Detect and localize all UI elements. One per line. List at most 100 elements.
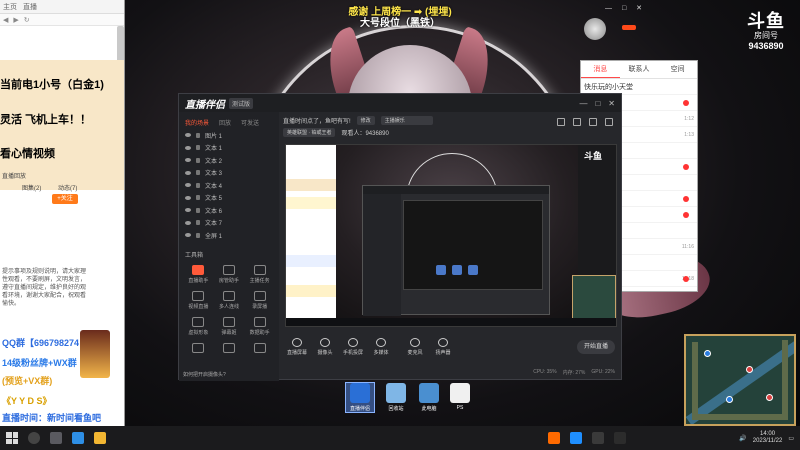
volume-icon[interactable]: 🔊 [739,435,746,442]
edge-browser-icon[interactable] [72,432,84,444]
lock-icon[interactable] [196,207,200,213]
toolbox-item[interactable]: 虚拟形象 [183,316,214,336]
toolbox-item[interactable] [244,342,275,355]
settings-icon[interactable] [589,118,597,126]
tab-replay[interactable]: 回放 [219,118,231,127]
game-minimap[interactable] [684,334,796,426]
notification-icon[interactable]: ▭ [788,435,794,442]
nav-item-replay[interactable]: 直播回放 [2,171,26,180]
visibility-icon[interactable] [185,133,191,138]
app-titlebar: 直播伴侣 测试版 — □ ✕ [179,94,621,112]
share-icon[interactable] [605,118,613,126]
stream-preview[interactable]: 斗鱼 [285,144,617,327]
desktop-icon-file[interactable]: PS [446,383,474,411]
tool-icon [192,290,205,301]
tab-my-scenes[interactable]: 我的场景 [185,118,209,127]
home-tab[interactable]: 主页 [3,2,17,12]
qq-taskbar-icon[interactable] [570,432,582,444]
computer-icon [419,383,439,403]
microphone-button[interactable]: 麦克风 [401,338,429,356]
scene-item[interactable]: 文本 6 [179,204,279,217]
toolbox-item[interactable]: 多人连线 [214,290,245,310]
tab-contacts[interactable]: 联系人 [620,61,659,78]
camera-notice[interactable]: 如何把开启摄像头? [183,371,226,378]
folder-icon[interactable] [94,432,106,444]
visibility-icon[interactable] [185,195,191,200]
edit-title-button[interactable]: 修改 [356,115,375,125]
scene-item[interactable]: 文本 7 [179,217,279,230]
promo-badge-image [80,330,110,378]
game-taskbar-icon[interactable] [614,432,626,444]
scene-item[interactable]: 图片 1 [179,129,279,142]
game-category[interactable]: 英雄联盟 · 铂或王者 [283,127,336,137]
camera-button[interactable]: 摄像头 [311,338,339,356]
toolbox-item[interactable]: 视频直播 [183,290,214,310]
desktop-icon-computer[interactable]: 此电脑 [415,383,443,412]
toolbox-item[interactable]: 弹幕姬 [214,316,245,336]
scene-item[interactable]: 文本 1 [179,142,279,155]
toolbox-item[interactable]: 房管助手 [214,264,245,284]
tab-space[interactable]: 空间 [658,61,697,78]
lock-icon[interactable] [196,145,200,151]
toolbox-item[interactable]: 录屏播 [244,290,275,310]
lock-icon[interactable] [196,182,200,188]
search-icon[interactable] [28,432,40,444]
phone-cast-button[interactable]: 手机投屏 [339,338,367,356]
unread-badge [683,211,689,218]
task-view-icon[interactable] [50,432,62,444]
follow-button[interactable]: +关注 [52,194,78,204]
visibility-icon[interactable] [185,158,191,163]
clock[interactable]: 14:00 2023/11/22 [753,431,783,445]
speaker-button[interactable]: 扬声器 [429,338,457,356]
screen-capture-button[interactable]: 直播屏幕 [283,338,311,356]
visibility-icon[interactable] [185,208,191,213]
tab-messages[interactable]: 消息 [581,61,620,78]
scene-item[interactable]: 文本 4 [179,179,279,192]
forward-icon[interactable]: ▶ [13,16,18,24]
nav-item-gallery[interactable]: 图集(2) [22,183,41,192]
toolbox-item[interactable]: 直播助手 [183,264,214,284]
start-icon[interactable] [6,432,18,444]
nav-item-feed[interactable]: 动态(7) [58,183,77,192]
visibility-icon[interactable] [185,183,191,188]
desktop-icon-recycle[interactable]: 回收站 [382,383,410,412]
tool-icon [222,290,235,301]
toolbox-item[interactable] [214,342,245,355]
lock-icon[interactable] [196,195,200,201]
scene-item[interactable]: 文本 3 [179,167,279,180]
tab-sendable[interactable]: 可发送 [241,118,259,127]
lock-icon[interactable] [573,118,581,126]
visibility-icon[interactable] [185,170,191,175]
douyu-taskbar-icon[interactable] [548,432,560,444]
lock-icon[interactable] [196,157,200,163]
maximize-button[interactable]: □ [595,99,600,108]
toolbox-item[interactable] [183,342,214,355]
lock-icon[interactable] [196,220,200,226]
desktop-icon-broadcast[interactable]: 直播伴侣 [345,382,375,413]
visibility-icon[interactable] [185,145,191,150]
lock-icon[interactable] [196,132,200,138]
lock-icon[interactable] [196,232,200,238]
back-icon[interactable]: ◀ [3,16,8,24]
start-live-button[interactable]: 开始直播 [577,340,615,354]
refresh-icon[interactable]: ↻ [24,16,30,24]
scene-item[interactable]: 文本 5 [179,192,279,205]
lock-icon[interactable] [196,170,200,176]
toolbox-item[interactable]: 主播任务 [244,264,275,284]
toolbox-grid: 直播助手 房管助手 主播任务视频直播 多人连线 录屏播虚拟形象 弹幕姬 数据助手 [179,261,279,359]
media-button[interactable]: 多媒体 [367,338,395,356]
window-controls-topright[interactable]: — □ ✕ [605,4,646,12]
gift-icon[interactable] [557,118,565,126]
close-button[interactable]: ✕ [608,99,615,108]
toolbox-item[interactable]: 数据助手 [244,316,275,336]
category-select[interactable]: 主播娱乐 [380,115,433,125]
scene-item[interactable]: 文本 2 [179,154,279,167]
minimize-button[interactable]: — [579,99,587,108]
app-taskbar-icon[interactable] [592,432,604,444]
avatar[interactable] [584,18,606,40]
scene-label: 全屏 1 [205,233,223,240]
live-tab[interactable]: 直播 [23,2,37,12]
visibility-icon[interactable] [185,220,191,225]
visibility-icon[interactable] [185,233,191,238]
scene-item[interactable]: 全屏 1 [179,229,279,242]
